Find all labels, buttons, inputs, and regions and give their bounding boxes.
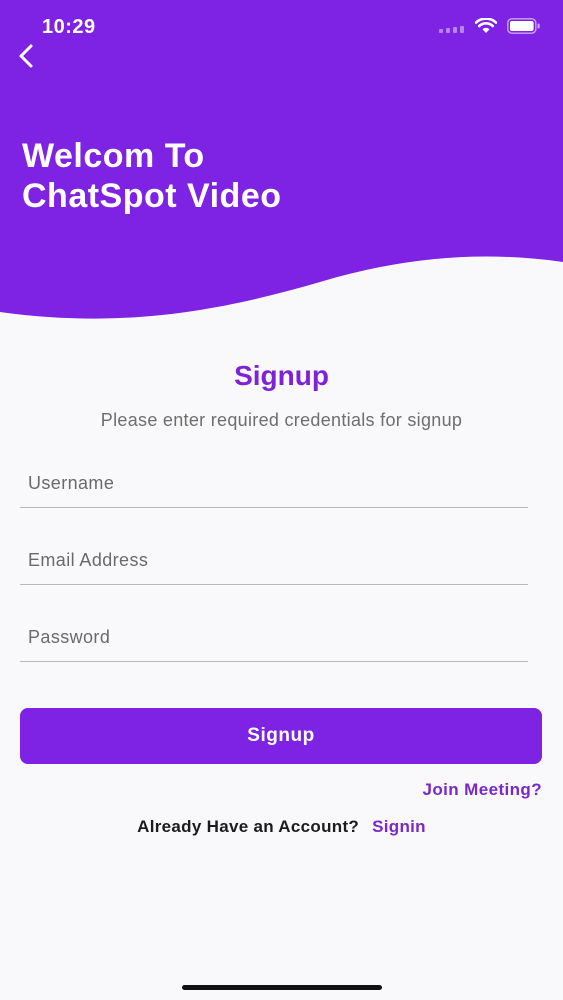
home-indicator[interactable] bbox=[182, 985, 382, 990]
signin-prompt-row: Already Have an Account? Signin bbox=[0, 817, 563, 837]
battery-icon bbox=[507, 18, 541, 39]
username-input[interactable] bbox=[20, 460, 528, 508]
password-input[interactable] bbox=[20, 614, 528, 662]
cellular-signal-icon bbox=[439, 20, 465, 38]
email-input[interactable] bbox=[20, 537, 528, 585]
join-meeting-link[interactable]: Join Meeting? bbox=[423, 780, 542, 800]
welcome-title-line-2: ChatSpot Video bbox=[22, 177, 282, 215]
status-icons bbox=[439, 17, 541, 39]
back-button[interactable] bbox=[10, 38, 42, 74]
status-time: 10:29 bbox=[42, 16, 96, 38]
signin-link[interactable]: Signin bbox=[372, 817, 426, 836]
signup-button[interactable]: Signup bbox=[20, 708, 542, 764]
welcome-title: Welcom To ChatSpot Video bbox=[22, 136, 502, 216]
welcome-title-line-1: Welcom To bbox=[22, 137, 205, 175]
signup-screen: 10:29 Welcom To ChatSpot Video Signup Pl… bbox=[0, 0, 563, 1000]
signup-title: Signup bbox=[234, 360, 329, 391]
signup-subtitle: Please enter required credentials for si… bbox=[100, 410, 463, 430]
account-prompt-text: Already Have an Account? bbox=[137, 817, 360, 836]
status-bar: 10:29 bbox=[0, 0, 563, 56]
chevron-left-icon bbox=[19, 44, 33, 68]
wifi-icon bbox=[474, 17, 498, 39]
